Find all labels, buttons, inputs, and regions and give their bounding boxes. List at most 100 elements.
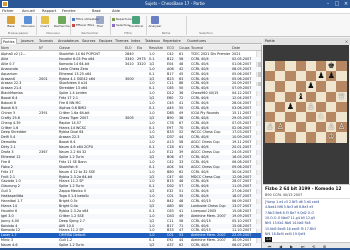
- board-square: [305, 61, 316, 72]
- tab-2[interactable]: Tournois: [38, 38, 54, 44]
- board-square: [326, 112, 337, 123]
- notation-line[interactable]: [%evp 1.e4 c5 2.Nf3 d6 3.d4 cxd4: [265, 200, 319, 205]
- chess-piece-h5[interactable]: ♛: [336, 92, 346, 101]
- chess-piece-a2[interactable]: ♙: [265, 122, 275, 131]
- board-square: [295, 132, 306, 143]
- column-header-2[interactable]: Classe: [58, 45, 124, 51]
- notation-line[interactable]: Nh5 13.Kb1 Nb6 14.Na5 Rc8: [265, 221, 311, 226]
- board-square: [285, 81, 296, 92]
- tab-5[interactable]: Equipes: [98, 38, 113, 44]
- chess-piece-g2[interactable]: ♙: [326, 122, 336, 131]
- chess-piece-g7[interactable]: ♟: [326, 71, 336, 80]
- ribbon-button-2[interactable]: Ouvrir: [37, 16, 53, 31]
- title-bar: Sujets - ChessBase 17 - Partie – □ ×: [0, 0, 350, 8]
- chess-piece-g8[interactable]: ♚: [326, 61, 336, 70]
- chess-piece-c4[interactable]: ♟: [285, 102, 295, 111]
- board-square: [275, 71, 286, 82]
- tab-10[interactable]: Ouvertures: [186, 38, 207, 44]
- ribbon-label-6: Analyser: [148, 24, 162, 28]
- board-square: [326, 101, 337, 112]
- column-header-7[interactable]: Coups: [178, 45, 190, 51]
- chess-piece-e6[interactable]: ♟: [306, 81, 316, 90]
- ribbon-separator-4: [146, 16, 147, 35]
- board-square: [265, 101, 276, 112]
- board-square: [295, 61, 306, 72]
- chess-piece-b2[interactable]: ♙: [275, 122, 285, 131]
- board-square: [265, 112, 276, 123]
- minimize-button[interactable]: –: [324, 1, 332, 7]
- board-square: [336, 101, 347, 112]
- board-square: [295, 122, 306, 133]
- ribbon-small-button-2[interactable]: Repertoire: [112, 17, 132, 22]
- chess-piece-e4[interactable]: ♙: [306, 102, 316, 111]
- ribbon-small-icon-2: [112, 17, 115, 21]
- ribbon-group-label-4: Partie: [161, 31, 171, 35]
- board-square: [295, 112, 306, 123]
- ribbon-button-3[interactable]: Rechercher: [54, 16, 71, 31]
- board-square: [295, 81, 306, 92]
- ribbon-small-button-3[interactable]: Selection: [112, 23, 130, 28]
- ribbon-icon-3: [58, 16, 66, 24]
- ribbon-small-label-2: Repertoire: [116, 17, 132, 21]
- ribbon-toolbar: Base Nouveau Ouvrir Rechercher Trier Transfer…: [0, 14, 350, 37]
- chess-piece-f7[interactable]: ♟: [316, 71, 326, 80]
- notation-line[interactable]: 15.Nd5 Bxd5 16.exd5 f5 17.Bh3: [265, 227, 316, 232]
- ribbon-label-2: Ouvrir: [40, 24, 50, 28]
- tab-4[interactable]: Sources: [81, 38, 96, 44]
- board-square: [305, 71, 316, 82]
- board-square: [275, 91, 286, 102]
- preview-title: Partie: [263, 38, 350, 45]
- maximize-button[interactable]: □: [333, 1, 341, 7]
- board-square: [275, 61, 286, 72]
- ribbon-separator-2: [70, 16, 71, 35]
- chess-piece-f3[interactable]: ♘: [316, 112, 326, 121]
- notation-line[interactable]: 4.Nxd4 Nf6 5.Nc3 a6 6.Be3 e5: [265, 205, 313, 210]
- notation-line[interactable]: 10.O-O-O Nbd7 11.g4 b5 12.g5: [265, 216, 315, 221]
- board-square: [316, 132, 327, 143]
- ribbon-icon-2: [41, 16, 49, 24]
- tab-0[interactable]: Parties: [1, 38, 17, 44]
- tab-7[interactable]: Index: [130, 38, 141, 44]
- column-header-8[interactable]: Tournoi: [190, 45, 231, 51]
- notation-line[interactable]: 7.Nb3 Be6 8.f3 Be7 9.Qd2 O-O: [265, 211, 314, 216]
- column-header-5[interactable]: Resultat: [148, 45, 166, 51]
- ribbon-small-icon-0: [72, 17, 75, 21]
- chess-board[interactable]: ♚ ♟ ♟ ♟ ♝ ♛ ♟ ♙ ♘ ♙ ♙ ♙ ♙ ♔: [263, 45, 349, 184]
- tab-3[interactable]: Annotateurs: [57, 38, 80, 44]
- ribbon-small-label-1: Effacer filtre: [76, 23, 95, 27]
- ribbon-small-label-3: Selection: [116, 23, 130, 27]
- game-header-info: Fizbo 2 64 bit 3199 - Komodo 12 B90 CCRL…: [263, 184, 350, 198]
- ribbon-button-6[interactable]: Analyser: [147, 16, 163, 31]
- tab-1[interactable]: Joueurs: [20, 38, 35, 44]
- column-header-4[interactable]: Elo: [136, 45, 148, 51]
- notation-line[interactable]: Nf4 18.Bxf4 exf4 19.Qxf4: [265, 232, 305, 237]
- column-header-9[interactable]: Date: [231, 45, 256, 51]
- chess-piece-g1[interactable]: ♔: [326, 132, 336, 141]
- ribbon-label-5: Transferer: [128, 24, 144, 28]
- board-square: [285, 122, 296, 133]
- board-square: [316, 101, 327, 112]
- close-preview-icon[interactable]: ×: [343, 38, 350, 45]
- column-header-3[interactable]: ELO: [124, 45, 136, 51]
- chess-piece-h2[interactable]: ♙: [336, 122, 346, 131]
- database-tabs: Parties Joueurs Tournois Annotateurs Sources…: [0, 38, 262, 44]
- ribbon-button-1[interactable]: Nouveau: [20, 16, 36, 31]
- chess-piece-d5[interactable]: ♝: [296, 92, 306, 101]
- board-square: [285, 61, 296, 72]
- ribbon-small-button-1[interactable]: Effacer filtre: [72, 23, 94, 28]
- tab-9[interactable]: Repertoire: [162, 38, 182, 44]
- column-header-6[interactable]: ECO: [166, 45, 178, 51]
- ribbon-separator-5: [186, 16, 187, 35]
- board-square: [336, 81, 347, 92]
- notation-panel[interactable]: [%evp 1.e4 c5 2.Nf3 d6 3.d4 cxd4 4.Nxd4 N…: [263, 198, 350, 242]
- tab-6[interactable]: Themes: [114, 38, 129, 44]
- ribbon-button-0[interactable]: Base: [3, 16, 19, 31]
- ribbon-group-label-2: Rechercher: [81, 31, 99, 35]
- column-header-1[interactable]: N°: [38, 45, 58, 51]
- board-square: [275, 112, 286, 123]
- tab-8[interactable]: Tableaux: [144, 38, 161, 44]
- column-header-0[interactable]: Nom: [0, 45, 38, 51]
- ribbon-small-button-0[interactable]: Filtre utilisateur: [72, 17, 99, 22]
- close-button[interactable]: ×: [342, 1, 350, 7]
- ribbon-icon-5: [132, 16, 140, 24]
